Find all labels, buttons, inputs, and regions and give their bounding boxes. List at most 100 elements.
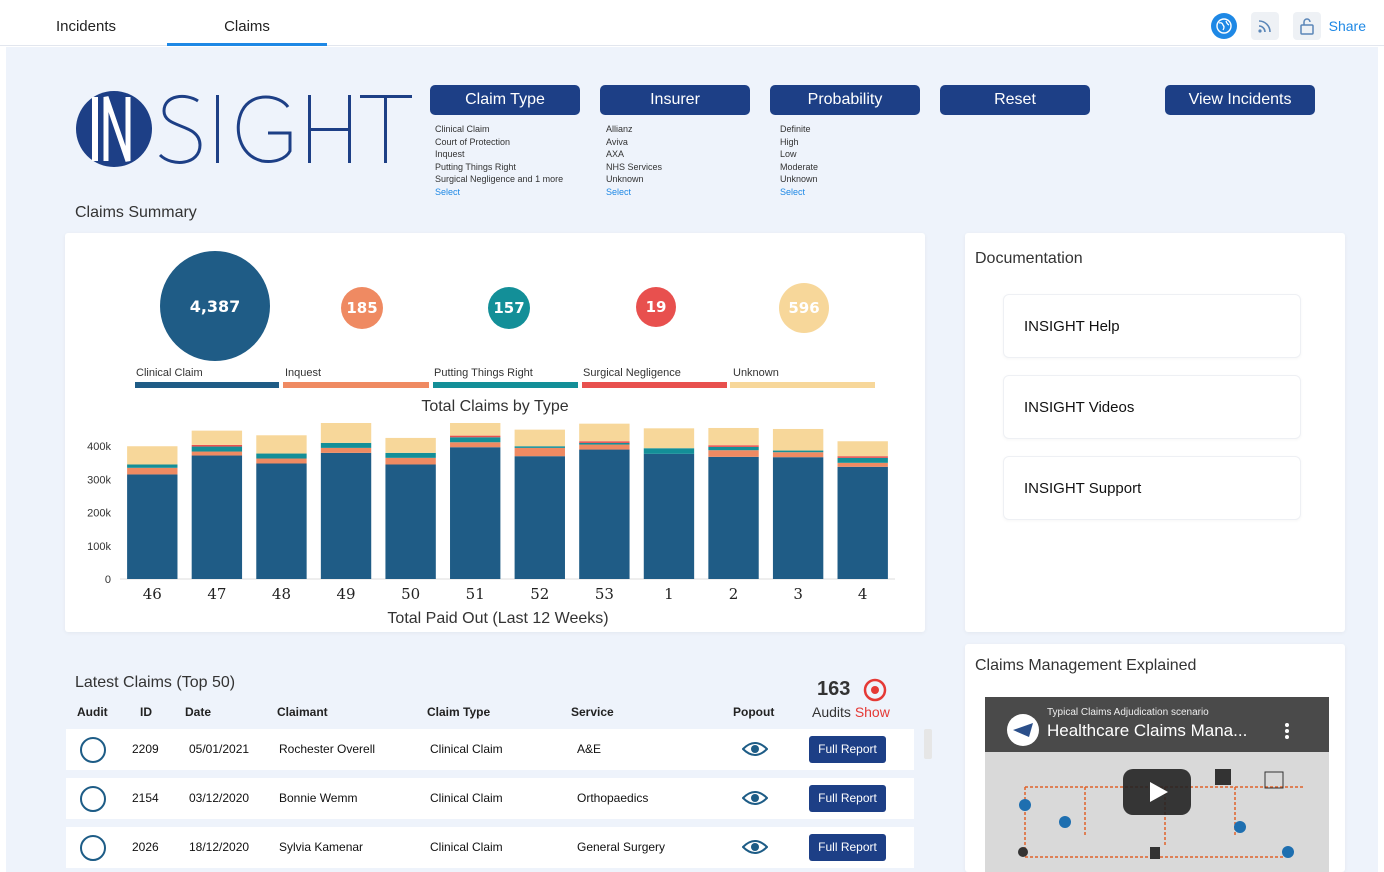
bar-segment	[708, 450, 759, 457]
x-tick-label: 49	[336, 585, 355, 603]
full-report-button[interactable]: Full Report	[809, 785, 886, 812]
bar-segment	[643, 453, 695, 579]
rss-icon[interactable]	[1250, 12, 1279, 40]
col-header-claimant[interactable]: Claimant	[277, 705, 328, 719]
audit-toggle[interactable]	[80, 737, 106, 763]
video-player[interactable]: Typical Claims Adjudication scenario Hea…	[985, 697, 1329, 872]
target-icon	[863, 678, 887, 702]
claims-summary-card: 4,387 185 157 19 596 Clinical Claim Inqu…	[65, 233, 925, 632]
bar-segment	[708, 446, 759, 451]
filter-option[interactable]: Putting Things Right	[435, 161, 563, 174]
top-nav: Incidents Claims Share	[0, 0, 1384, 46]
filter-option[interactable]: Low	[780, 148, 818, 161]
bar-segment	[256, 458, 307, 464]
col-header-audit[interactable]: Audit	[77, 705, 108, 719]
filter-option[interactable]: Unknown	[780, 173, 818, 186]
filter-select-link[interactable]: Select	[435, 186, 563, 199]
x-tick-label: 1	[664, 585, 674, 603]
share-link[interactable]: Share	[1329, 18, 1366, 34]
table-scrollbar[interactable]	[924, 729, 932, 759]
filter-option[interactable]: Inquest	[435, 148, 563, 161]
claim-type-filter-list: Clinical Claim Court of Protection Inque…	[435, 123, 563, 198]
clinical-claim-bubble[interactable]: 4,387	[160, 251, 270, 361]
filter-option[interactable]: Clinical Claim	[435, 123, 563, 136]
insight-videos-link[interactable]: INSIGHT Videos	[1003, 375, 1301, 439]
col-header-service[interactable]: Service	[571, 705, 614, 719]
bar-segment	[514, 429, 565, 447]
insight-help-link[interactable]: INSIGHT Help	[1003, 294, 1301, 358]
putting-things-right-bubble[interactable]: 157	[488, 287, 530, 329]
insight-logo	[76, 91, 412, 167]
bar-segment	[450, 435, 501, 438]
cell-claimant: Bonnie Wemm	[279, 791, 358, 805]
probability-filter-button[interactable]: Probability	[770, 85, 920, 115]
tab-claims[interactable]: Claims	[167, 0, 327, 46]
insurer-filter-button[interactable]: Insurer	[600, 85, 750, 115]
filter-option[interactable]: NHS Services	[606, 161, 662, 174]
filter-option[interactable]: Allianz	[606, 123, 662, 136]
cell-id: 2154	[132, 791, 159, 805]
audit-toggle[interactable]	[80, 786, 106, 812]
bar-segment	[708, 445, 759, 447]
full-report-button[interactable]: Full Report	[809, 736, 886, 763]
filter-option[interactable]: Surgical Negligence and 1 more	[435, 173, 563, 186]
full-report-button[interactable]: Full Report	[809, 834, 886, 861]
filter-option[interactable]: Aviva	[606, 136, 662, 149]
table-row[interactable]: 2154 03/12/2020 Bonnie Wemm Clinical Cla…	[66, 778, 914, 819]
filter-option[interactable]: High	[780, 136, 818, 149]
bar-segment	[837, 462, 888, 467]
inquest-bubble[interactable]: 185	[341, 287, 383, 329]
globe-icon[interactable]	[1210, 13, 1237, 39]
bar-segment	[320, 452, 372, 579]
bar-segment	[514, 447, 565, 457]
x-tick-label: 48	[272, 585, 291, 603]
top-right-actions: Share	[1210, 11, 1384, 41]
video-title[interactable]: Healthcare Claims Mana...	[1047, 721, 1247, 741]
bar-segment	[579, 442, 630, 445]
reset-button[interactable]: Reset	[940, 85, 1090, 115]
cell-id: 2026	[132, 840, 159, 854]
filter-option[interactable]: AXA	[606, 148, 662, 161]
table-row[interactable]: 2209 05/01/2021 Rochester Overell Clinic…	[66, 729, 914, 770]
surgical-negligence-bubble[interactable]: 19	[636, 287, 676, 327]
x-tick-label: 3	[793, 585, 803, 603]
bar-segment	[385, 437, 436, 453]
audits-show-link[interactable]: Show	[855, 704, 890, 720]
unknown-bubble[interactable]: 596	[779, 283, 829, 333]
legend-bar	[433, 382, 578, 388]
tab-incidents[interactable]: Incidents	[6, 0, 166, 46]
unlock-icon[interactable]	[1292, 12, 1321, 40]
col-header-popout[interactable]: Popout	[733, 705, 774, 719]
y-tick-label: 200k	[87, 508, 111, 520]
col-header-id[interactable]: ID	[140, 705, 152, 719]
bar-segment	[643, 428, 695, 449]
x-tick-label: 2	[729, 585, 739, 603]
eye-icon[interactable]	[742, 837, 768, 857]
x-axis-title: Total Paid Out (Last 12 Weeks)	[387, 610, 608, 627]
bar-segment	[256, 463, 307, 579]
insight-support-link[interactable]: INSIGHT Support	[1003, 456, 1301, 520]
table-row[interactable]: 2026 18/12/2020 Sylvia Kamenar Clinical …	[66, 827, 914, 868]
audits-label-line: Audits Show	[812, 704, 890, 720]
bar-segment	[450, 437, 501, 443]
claim-type-filter-button[interactable]: Claim Type	[430, 85, 580, 115]
audit-toggle[interactable]	[80, 835, 106, 861]
view-incidents-button[interactable]: View Incidents	[1165, 85, 1315, 115]
col-header-claim-type[interactable]: Claim Type	[427, 705, 490, 719]
filter-option[interactable]: Moderate	[780, 161, 818, 174]
col-header-date[interactable]: Date	[185, 705, 211, 719]
eye-icon[interactable]	[742, 739, 768, 759]
cell-date: 18/12/2020	[189, 840, 250, 854]
bar-segment	[772, 450, 824, 453]
filter-select-link[interactable]: Select	[780, 186, 818, 199]
bar-segment	[772, 428, 824, 451]
filter-option[interactable]: Unknown	[606, 173, 662, 186]
bar-segment	[256, 453, 307, 459]
filter-option[interactable]: Definite	[780, 123, 818, 136]
filter-option[interactable]: Court of Protection	[435, 136, 563, 149]
insurer-filter-list: Allianz Aviva AXA NHS Services Unknown S…	[606, 123, 662, 198]
bar-segment	[837, 466, 888, 579]
filter-select-link[interactable]: Select	[606, 186, 662, 199]
x-tick-label: 52	[530, 585, 549, 603]
eye-icon[interactable]	[742, 788, 768, 808]
